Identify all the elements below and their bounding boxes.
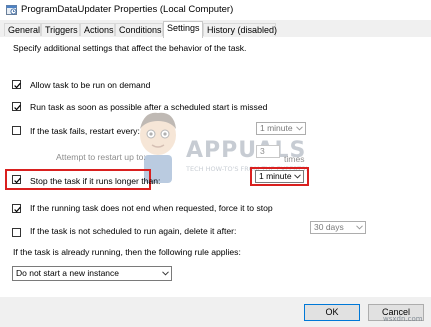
settings-description: Specify additional settings that affect …	[13, 43, 247, 53]
dialog-footer: OK Cancel wsxdn.com	[0, 297, 431, 327]
ok-button[interactable]: OK	[304, 304, 360, 321]
restart-attempts-label: Attempt to restart up to:	[56, 152, 146, 162]
force-stop-label: If the running task does not end when re…	[30, 203, 273, 213]
force-stop-checkbox[interactable]	[12, 204, 21, 213]
restart-attempts-spinner[interactable]: 3	[256, 145, 280, 158]
delete-unscheduled-checkbox[interactable]	[12, 228, 21, 237]
checkmark-icon	[14, 206, 21, 213]
watermark-site: wsxdn.com	[383, 315, 423, 323]
delete-after-value: 30 days	[314, 222, 344, 232]
tab-history[interactable]: History (disabled)	[203, 23, 277, 36]
tab-actions[interactable]: Actions	[80, 23, 115, 36]
settings-panel: APPUALS TECH HOW-TO'S FROM THE EXPERTS! …	[0, 37, 431, 297]
chevron-down-icon	[294, 174, 301, 179]
checkmark-icon	[14, 82, 21, 89]
restart-on-fail-checkbox[interactable]	[12, 126, 21, 135]
tab-general[interactable]: General	[4, 23, 41, 36]
run-asap-checkbox[interactable]	[12, 102, 21, 111]
tab-conditions[interactable]: Conditions	[115, 23, 163, 36]
checkmark-icon	[14, 177, 21, 184]
delete-unscheduled-label: If the task is not scheduled to run agai…	[30, 226, 237, 236]
tab-settings[interactable]: Settings	[163, 21, 203, 38]
chevron-down-icon	[162, 271, 169, 276]
running-rule-label: If the task is already running, then the…	[13, 247, 241, 257]
delete-after-dropdown[interactable]: 30 days	[310, 221, 366, 234]
restart-on-fail-label: If the task fails, restart every:	[30, 126, 140, 136]
stop-if-longer-checkbox[interactable]	[12, 175, 21, 184]
chevron-down-icon	[296, 126, 303, 131]
window-title: ProgramDataUpdater Properties (Local Com…	[21, 4, 234, 15]
task-scheduler-icon	[6, 5, 17, 15]
allow-on-demand-label: Allow task to be run on demand	[30, 80, 151, 90]
tab-triggers[interactable]: Triggers	[41, 23, 80, 36]
title-bar: ProgramDataUpdater Properties (Local Com…	[0, 0, 431, 20]
running-rule-value: Do not start a new instance	[16, 268, 120, 278]
stop-if-longer-label: Stop the task if it runs longer than:	[30, 176, 161, 186]
allow-on-demand-checkbox[interactable]	[12, 80, 21, 89]
restart-interval-value: 1 minute	[260, 123, 293, 133]
tab-bar: General Triggers Actions Conditions Sett…	[0, 20, 431, 38]
stop-duration-dropdown[interactable]: 1 minute	[255, 170, 304, 183]
chevron-down-icon	[356, 225, 363, 230]
run-asap-label: Run task as soon as possible after a sch…	[30, 102, 268, 112]
restart-interval-dropdown[interactable]: 1 minute	[256, 122, 306, 135]
running-rule-dropdown[interactable]: Do not start a new instance	[12, 266, 172, 281]
restart-attempts-unit: times	[284, 154, 305, 164]
checkmark-icon	[14, 104, 21, 111]
stop-duration-value: 1 minute	[259, 171, 292, 181]
